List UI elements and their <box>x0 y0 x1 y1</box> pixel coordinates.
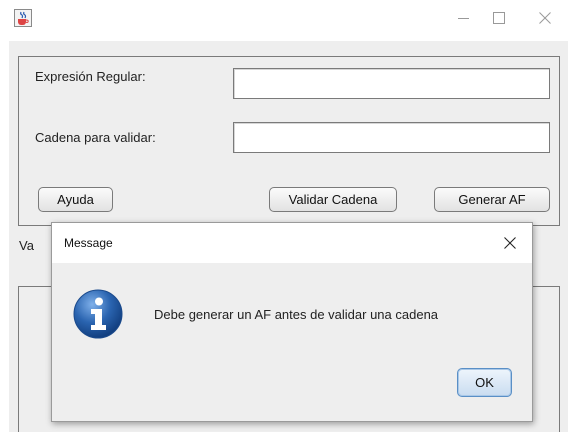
validate-string-button[interactable]: Validar Cadena <box>269 187 397 212</box>
window-titlebar <box>0 0 568 36</box>
validation-label-partial: Va <box>19 238 34 253</box>
close-icon <box>504 237 516 249</box>
dialog-close-button[interactable] <box>488 223 532 263</box>
java-coffee-cup-icon <box>14 9 32 27</box>
string-input[interactable] <box>233 122 550 153</box>
ok-button[interactable]: OK <box>457 368 512 397</box>
info-icon <box>73 289 123 339</box>
maximize-button[interactable] <box>476 0 522 36</box>
minimize-icon <box>458 18 469 19</box>
dialog-titlebar: Message <box>52 223 532 263</box>
regex-input[interactable] <box>233 68 550 99</box>
regex-label: Expresión Regular: <box>35 69 146 84</box>
maximize-icon <box>493 12 505 24</box>
generate-af-button[interactable]: Generar AF <box>434 187 550 212</box>
string-label: Cadena para validar: <box>35 130 156 145</box>
close-button[interactable] <box>522 0 568 36</box>
help-button[interactable]: Ayuda <box>38 187 113 212</box>
close-icon <box>539 12 551 24</box>
dialog-title: Message <box>64 236 113 250</box>
dialog-message: Debe generar un AF antes de validar una … <box>154 307 439 322</box>
message-dialog: Message Debe generar un AF antes de vali… <box>51 222 533 422</box>
